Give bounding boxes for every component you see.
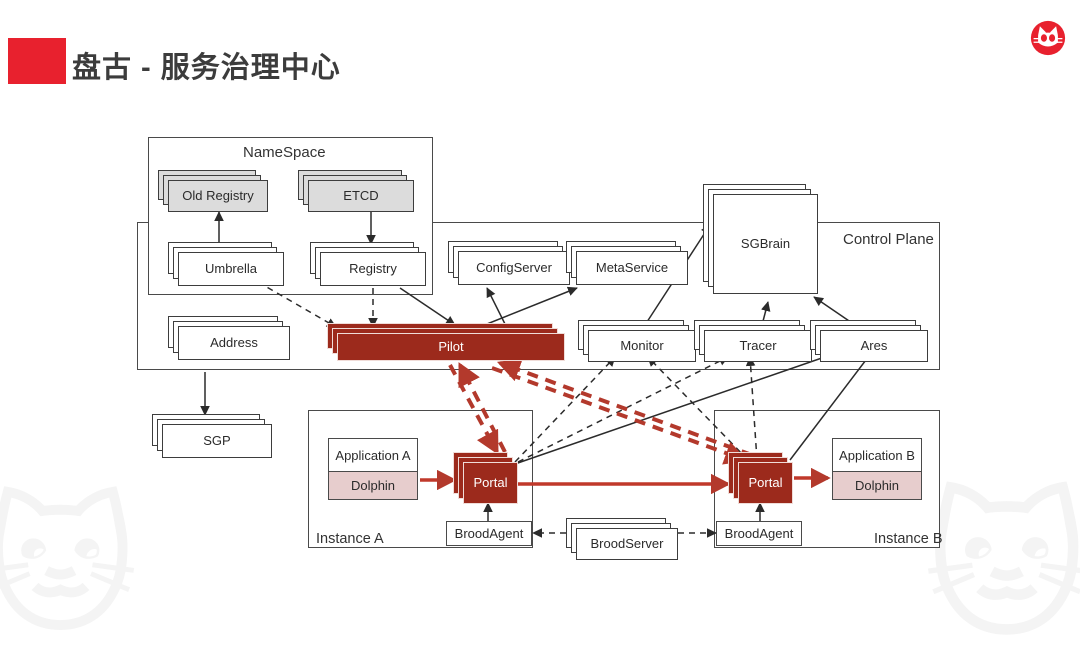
node-broodagent-b[interactable]: BroodAgent xyxy=(716,521,802,546)
node-application-b-label: Application B xyxy=(839,447,915,463)
node-old-registry-label: Old Registry xyxy=(182,187,254,203)
node-application-a[interactable]: Application A Dolphin xyxy=(328,438,418,500)
node-sgp[interactable]: SGP xyxy=(152,414,280,460)
node-portal-a[interactable]: Portal xyxy=(453,452,518,504)
node-etcd-label: ETCD xyxy=(343,187,379,203)
node-portal-a-sheet-front[interactable]: Portal xyxy=(463,462,518,504)
tmall-cat-logo-icon xyxy=(1030,20,1066,56)
node-monitor[interactable]: Monitor xyxy=(578,320,702,364)
node-pilot-sheet-front[interactable]: Pilot xyxy=(337,333,565,361)
node-tracer-label: Tracer xyxy=(739,337,777,353)
node-broodagent-b-label: BroodAgent xyxy=(724,526,794,541)
title-accent-block xyxy=(8,38,66,84)
page-title: 盘古 - 服务治理中心 xyxy=(72,52,341,84)
node-sgbrain-sheet-front[interactable]: SGBrain xyxy=(713,194,818,294)
node-umbrella[interactable]: Umbrella xyxy=(168,242,288,286)
node-broodserver[interactable]: BroodServer xyxy=(566,518,684,560)
node-application-b[interactable]: Application B Dolphin xyxy=(832,438,922,500)
node-pilot[interactable]: Pilot xyxy=(327,323,565,363)
node-portal-b-sheet-front[interactable]: Portal xyxy=(738,462,793,504)
node-metaservice[interactable]: MetaService xyxy=(566,241,696,287)
node-broodagent-a[interactable]: BroodAgent xyxy=(446,521,532,546)
node-old-registry-sheet-front[interactable]: Old Registry xyxy=(168,180,268,212)
node-address-label: Address xyxy=(210,334,258,350)
node-application-b-dolphin[interactable]: Dolphin xyxy=(833,471,921,499)
node-portal-b-label: Portal xyxy=(748,474,783,490)
node-configserver[interactable]: ConfigServer xyxy=(448,241,578,287)
node-registry[interactable]: Registry xyxy=(310,242,430,286)
node-tracer[interactable]: Tracer xyxy=(694,320,818,364)
diagram-canvas: 🐱 🐱 盘古 - 服务治理中心 Control Plane NameSpace … xyxy=(0,0,1080,648)
node-metaservice-label: MetaService xyxy=(595,259,669,275)
node-configserver-label: ConfigServer xyxy=(476,259,552,275)
node-registry-label: Registry xyxy=(349,260,397,276)
container-control-plane-label: Control Plane xyxy=(843,231,934,248)
node-configserver-sheet-front[interactable]: ConfigServer xyxy=(458,251,570,285)
node-sgp-sheet-front[interactable]: SGP xyxy=(162,424,272,458)
node-ares[interactable]: Ares xyxy=(810,320,934,364)
cat-watermark-left: 🐱 xyxy=(0,483,139,651)
node-umbrella-sheet-front[interactable]: Umbrella xyxy=(178,252,284,286)
node-ares-sheet-front[interactable]: Ares xyxy=(820,330,928,362)
node-portal-a-label: Portal xyxy=(473,474,508,490)
node-tracer-sheet-front[interactable]: Tracer xyxy=(704,330,812,362)
cat-watermark-right: 🐱 xyxy=(923,478,1080,657)
node-etcd[interactable]: ETCD xyxy=(298,170,416,212)
node-application-a-label: Application A xyxy=(335,447,411,463)
node-ares-label: Ares xyxy=(860,337,888,353)
node-monitor-sheet-front[interactable]: Monitor xyxy=(588,330,696,362)
node-sgbrain-label: SGBrain xyxy=(740,235,791,251)
node-old-registry[interactable]: Old Registry xyxy=(158,170,268,212)
node-sgp-label: SGP xyxy=(203,432,231,448)
container-instance-a-label: Instance A xyxy=(316,531,384,547)
node-metaservice-sheet-front[interactable]: MetaService xyxy=(576,251,688,285)
node-broodagent-a-label: BroodAgent xyxy=(454,526,524,541)
node-address[interactable]: Address xyxy=(168,316,298,362)
node-application-a-dolphin[interactable]: Dolphin xyxy=(329,471,417,499)
node-portal-b[interactable]: Portal xyxy=(728,452,793,504)
node-registry-sheet-front[interactable]: Registry xyxy=(320,252,426,286)
container-namespace-label: NameSpace xyxy=(243,144,326,161)
node-pilot-label: Pilot xyxy=(438,338,464,354)
node-monitor-label: Monitor xyxy=(620,337,664,353)
node-umbrella-label: Umbrella xyxy=(204,260,257,276)
node-broodserver-label: BroodServer xyxy=(590,535,664,551)
node-sgbrain[interactable]: SGBrain xyxy=(703,184,828,304)
container-instance-b-label: Instance B xyxy=(874,531,943,547)
node-address-sheet-front[interactable]: Address xyxy=(178,326,290,360)
node-broodserver-sheet-front[interactable]: BroodServer xyxy=(576,528,678,560)
node-etcd-sheet-front[interactable]: ETCD xyxy=(308,180,414,212)
